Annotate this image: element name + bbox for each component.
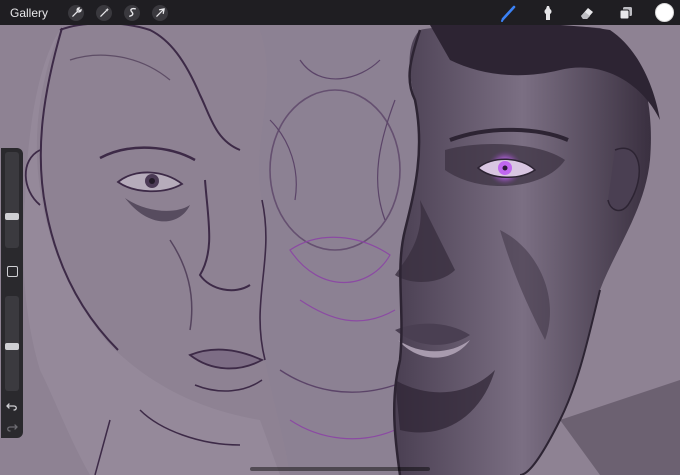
top-toolbar: Gallery xyxy=(0,0,680,25)
undo-icon[interactable] xyxy=(4,398,20,414)
brush-size-slider[interactable] xyxy=(5,152,19,248)
selection-s-icon[interactable] xyxy=(124,4,141,21)
opacity-slider[interactable] xyxy=(5,296,19,391)
smudge-icon[interactable] xyxy=(538,3,558,23)
color-picker-swatch[interactable] xyxy=(655,3,674,22)
arrow-cursor-icon[interactable] xyxy=(152,4,169,21)
opacity-slider-handle[interactable] xyxy=(5,343,19,350)
redo-icon[interactable] xyxy=(4,419,20,435)
gallery-button[interactable]: Gallery xyxy=(10,6,48,20)
eraser-icon[interactable] xyxy=(577,3,597,23)
modify-button[interactable] xyxy=(7,266,18,277)
brush-icon[interactable] xyxy=(499,3,519,23)
wrench-icon[interactable] xyxy=(68,4,85,21)
brush-size-slider-handle[interactable] xyxy=(5,213,19,220)
home-indicator xyxy=(250,467,430,471)
left-sidebar xyxy=(1,148,23,438)
layers-icon[interactable] xyxy=(616,3,636,23)
magic-wand-icon[interactable] xyxy=(96,4,113,21)
drawing-canvas[interactable] xyxy=(0,0,680,475)
